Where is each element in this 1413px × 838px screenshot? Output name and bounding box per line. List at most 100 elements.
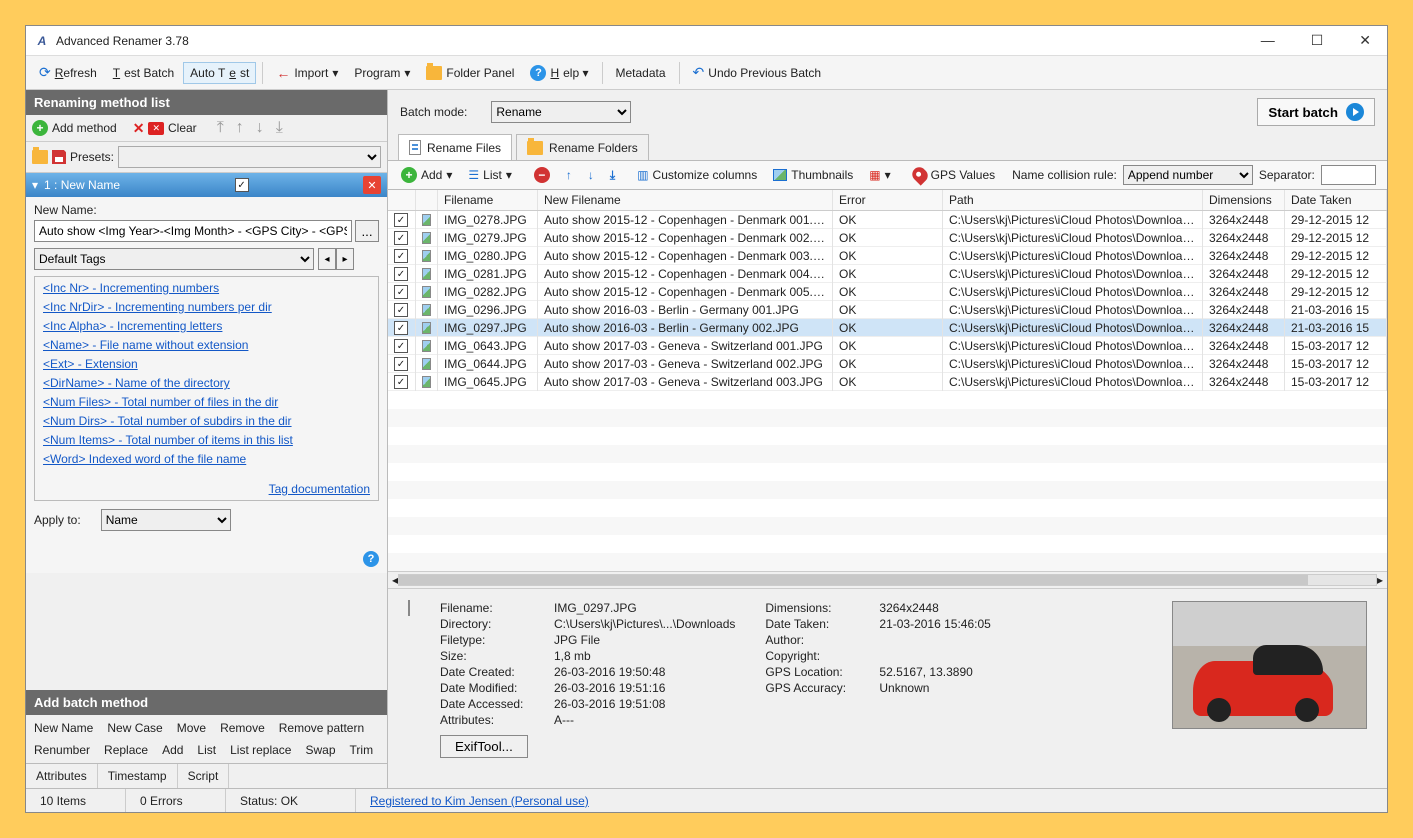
gps-values-button[interactable]: GPS Values [908, 165, 1000, 185]
tab-attributes[interactable]: Attributes [26, 764, 98, 788]
move-top-button[interactable]: ⤒ [213, 119, 228, 137]
col-path[interactable]: Path [943, 190, 1203, 210]
batch-method-item[interactable]: New Name [34, 721, 93, 735]
batch-mode-select[interactable]: Rename [491, 101, 631, 123]
method-item-header[interactable]: ▾ 1 : New Name ✓ ✕ [26, 173, 387, 197]
customize-columns-button[interactable]: ▥Customize columns [632, 166, 762, 184]
help-menu[interactable]: ?Help ▾ [523, 61, 595, 85]
move-down-button[interactable]: ↓ [252, 119, 268, 137]
new-name-browse-button[interactable]: ... [355, 220, 379, 242]
tab-script[interactable]: Script [178, 764, 230, 788]
tag-documentation-link[interactable]: Tag documentation [269, 482, 370, 496]
exiftool-button[interactable]: ExifTool... [440, 735, 528, 758]
batch-method-item[interactable]: Remove pattern [279, 721, 364, 735]
row-checkbox[interactable]: ✓ [394, 267, 408, 281]
method-remove-button[interactable]: ✕ [363, 176, 381, 194]
table-row[interactable]: ✓IMG_0278.JPGAuto show 2015-12 - Copenha… [388, 211, 1387, 229]
table-row[interactable]: ✓IMG_0297.JPGAuto show 2016-03 - Berlin … [388, 319, 1387, 337]
row-checkbox[interactable]: ✓ [394, 321, 408, 335]
batch-method-item[interactable]: List replace [230, 743, 291, 757]
minimize-button[interactable]: — [1253, 28, 1283, 53]
registered-link[interactable]: Registered to Kim Jensen (Personal use) [370, 794, 589, 808]
start-batch-button[interactable]: Start batch [1257, 98, 1375, 126]
batch-method-item[interactable]: List [197, 743, 216, 757]
open-preset-icon[interactable] [32, 150, 48, 164]
auto-test-button[interactable]: Auto Test [183, 62, 256, 84]
method-enabled-checkbox[interactable]: ✓ [235, 178, 249, 192]
sort-asc-button[interactable]: ↑ [561, 166, 577, 184]
tag-prev-button[interactable]: ◂ [318, 248, 336, 270]
tag-link[interactable]: <DirName> - Name of the directory [43, 376, 370, 390]
row-checkbox[interactable]: ✓ [394, 285, 408, 299]
tags-dropdown[interactable]: Default Tags [34, 248, 314, 270]
tab-timestamp[interactable]: Timestamp [98, 764, 178, 788]
tag-link[interactable]: <Word> Indexed word of the file name [43, 452, 370, 466]
program-menu[interactable]: Program ▾ [347, 62, 417, 84]
table-row[interactable]: ✓IMG_0296.JPGAuto show 2016-03 - Berlin … [388, 301, 1387, 319]
batch-method-item[interactable]: Swap [305, 743, 335, 757]
method-help-icon[interactable]: ? [363, 551, 379, 567]
close-button[interactable]: ✕ [1351, 28, 1379, 53]
table-row[interactable]: ✓IMG_0282.JPGAuto show 2015-12 - Copenha… [388, 283, 1387, 301]
row-checkbox[interactable]: ✓ [394, 249, 408, 263]
batch-method-item[interactable]: Renumber [34, 743, 90, 757]
table-row[interactable]: ✓IMG_0643.JPGAuto show 2017-03 - Geneva … [388, 337, 1387, 355]
presets-select[interactable] [118, 146, 381, 168]
row-checkbox[interactable]: ✓ [394, 303, 408, 317]
batch-method-item[interactable]: Remove [220, 721, 265, 735]
apply-to-select[interactable]: Name [101, 509, 231, 531]
batch-method-item[interactable]: New Case [107, 721, 162, 735]
test-batch-button[interactable]: Test Batch [106, 62, 181, 84]
add-files-button[interactable]: +Add ▾ [396, 165, 457, 185]
undo-previous-batch-button[interactable]: ↶Undo Previous Batch [686, 60, 828, 85]
tab-rename-files[interactable]: Rename Files [398, 134, 512, 160]
tag-link[interactable]: <Inc Nr> - Incrementing numbers [43, 281, 370, 295]
tab-rename-folders[interactable]: Rename Folders [516, 134, 649, 160]
col-dimensions[interactable]: Dimensions [1203, 190, 1285, 210]
row-checkbox[interactable]: ✓ [394, 231, 408, 245]
table-row[interactable]: ✓IMG_0281.JPGAuto show 2015-12 - Copenha… [388, 265, 1387, 283]
collapse-icon[interactable]: ▾ [32, 178, 38, 192]
move-up-button[interactable]: ↑ [232, 119, 248, 137]
tag-link[interactable]: <Ext> - Extension [43, 357, 370, 371]
table-row[interactable]: ✓IMG_0279.JPGAuto show 2015-12 - Copenha… [388, 229, 1387, 247]
move-bottom-button[interactable]: ⤓ [272, 119, 287, 137]
folder-panel-button[interactable]: Folder Panel [419, 62, 521, 84]
batch-method-item[interactable]: Replace [104, 743, 148, 757]
tag-link[interactable]: <Num Items> - Total number of items in t… [43, 433, 370, 447]
table-row[interactable]: ✓IMG_0645.JPGAuto show 2017-03 - Geneva … [388, 373, 1387, 391]
tag-link[interactable]: <Num Files> - Total number of files in t… [43, 395, 370, 409]
col-new-filename[interactable]: New Filename [538, 190, 833, 210]
delete-icon[interactable]: ✕ [133, 120, 145, 137]
tag-link[interactable]: <Inc Alpha> - Incrementing letters [43, 319, 370, 333]
clear-button[interactable]: Clear [168, 121, 197, 135]
metadata-button[interactable]: Metadata [609, 62, 673, 84]
list-menu[interactable]: ☰List ▾ [463, 166, 516, 184]
row-checkbox[interactable]: ✓ [394, 357, 408, 371]
batch-method-item[interactable]: Move [177, 721, 206, 735]
grid-body[interactable]: ✓IMG_0278.JPGAuto show 2015-12 - Copenha… [388, 211, 1387, 571]
add-method-button[interactable]: Add method [52, 121, 117, 135]
maximize-button[interactable]: ☐ [1303, 28, 1332, 53]
new-name-input[interactable] [34, 220, 352, 242]
row-checkbox[interactable]: ✓ [394, 213, 408, 227]
table-row[interactable]: ✓IMG_0280.JPGAuto show 2015-12 - Copenha… [388, 247, 1387, 265]
sort-bottom-button[interactable]: ⤓ [605, 166, 620, 185]
scroll-right-icon[interactable]: ▸ [1377, 573, 1383, 587]
tag-link[interactable]: <Num Dirs> - Total number of subdirs in … [43, 414, 370, 428]
row-checkbox[interactable]: ✓ [394, 375, 408, 389]
refresh-button[interactable]: ⟳RRefreshefresh [32, 60, 104, 85]
tag-link[interactable]: <Name> - File name without extension [43, 338, 370, 352]
remove-button[interactable]: − [529, 165, 555, 185]
tag-next-button[interactable]: ▸ [336, 248, 354, 270]
col-date-taken[interactable]: Date Taken [1285, 190, 1387, 210]
col-error[interactable]: Error [833, 190, 943, 210]
col-filename[interactable]: Filename [438, 190, 538, 210]
batch-method-item[interactable]: Add [162, 743, 183, 757]
view-mode-button[interactable]: ▦▾ [864, 166, 895, 184]
tag-link[interactable]: <Inc NrDir> - Incrementing numbers per d… [43, 300, 370, 314]
collision-rule-select[interactable]: Append number [1123, 165, 1253, 185]
row-checkbox[interactable]: ✓ [394, 339, 408, 353]
table-row[interactable]: ✓IMG_0644.JPGAuto show 2017-03 - Geneva … [388, 355, 1387, 373]
import-button[interactable]: ←Import ▾ [269, 61, 345, 85]
